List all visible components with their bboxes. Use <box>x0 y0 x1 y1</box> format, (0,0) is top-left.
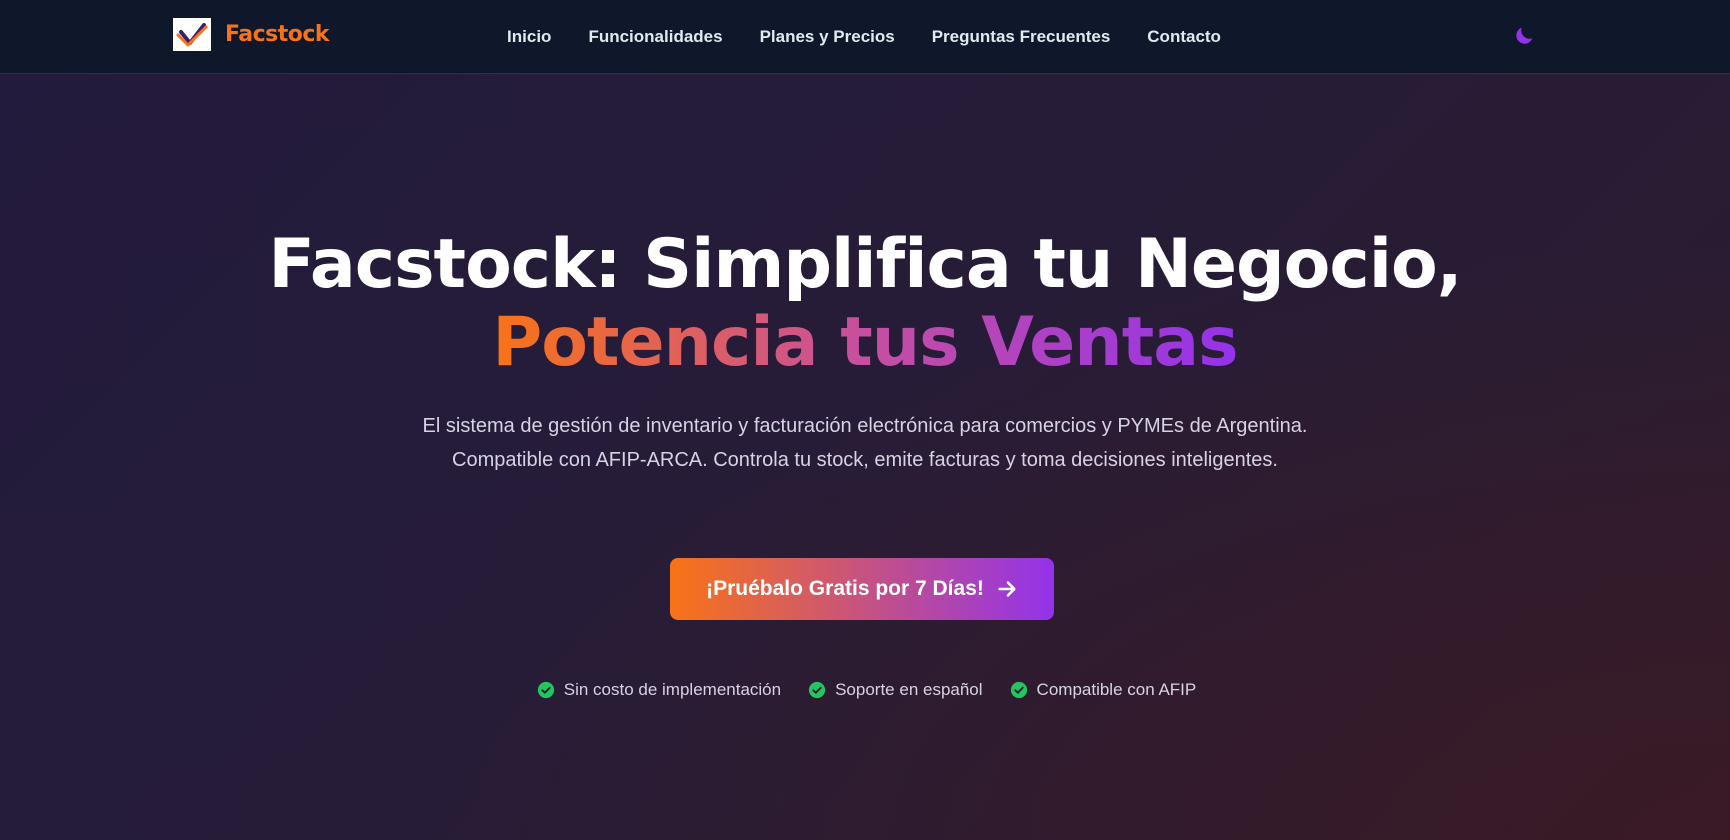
hero-title-line1: Facstock: Simplifica tu Negocio, <box>268 225 1462 304</box>
navbar: Facstock Inicio Funcionalidades Planes y… <box>0 0 1730 74</box>
free-trial-button[interactable]: ¡Pruébalo Gratis por 7 Días! <box>670 558 1054 620</box>
check-circle-icon <box>1010 681 1027 699</box>
feature-label: Sin costo de implementación <box>563 680 782 699</box>
nav-link-funcionalidades[interactable]: Funcionalidades <box>588 27 722 47</box>
hero-description: El sistema de gestión de inventario y fa… <box>422 415 1308 471</box>
hero-title-highlight: Potencia tus Ventas <box>492 303 1238 382</box>
check-circle-icon <box>537 681 554 699</box>
feature-label: Compatible con AFIP <box>1036 680 1197 699</box>
nav-link-planes-precios[interactable]: Planes y Precios <box>760 27 895 47</box>
nav-link-inicio[interactable]: Inicio <box>507 27 551 47</box>
feature-item: Sin costo de implementación <box>537 680 781 700</box>
moon-icon <box>1516 27 1533 44</box>
check-circle-icon <box>808 681 826 699</box>
arrow-right-icon <box>998 581 1016 597</box>
feature-item: Soporte en español <box>808 680 983 700</box>
feature-item: Compatible con AFIP <box>1010 680 1197 700</box>
nav-link-contacto[interactable]: Contacto <box>1147 27 1221 47</box>
theme-toggle-button[interactable] <box>1512 22 1538 48</box>
brand-link[interactable]: Facstock <box>173 18 330 51</box>
brand-name: Facstock <box>225 22 330 47</box>
feature-label: Soporte en español <box>835 680 983 699</box>
hero-section: Facstock: Simplifica tu Negocio, Potenci… <box>0 74 1730 840</box>
nav-link-preguntas-frecuentes[interactable]: Preguntas Frecuentes <box>932 27 1111 47</box>
check-mark-logo-icon <box>173 18 211 51</box>
hero-title: Facstock: Simplifica tu Negocio, Potenci… <box>0 226 1730 382</box>
free-trial-button-label: ¡Pruébalo Gratis por 7 Días! <box>706 577 984 600</box>
feature-list: Sin costo de implementación Soporte en e… <box>0 677 1730 703</box>
